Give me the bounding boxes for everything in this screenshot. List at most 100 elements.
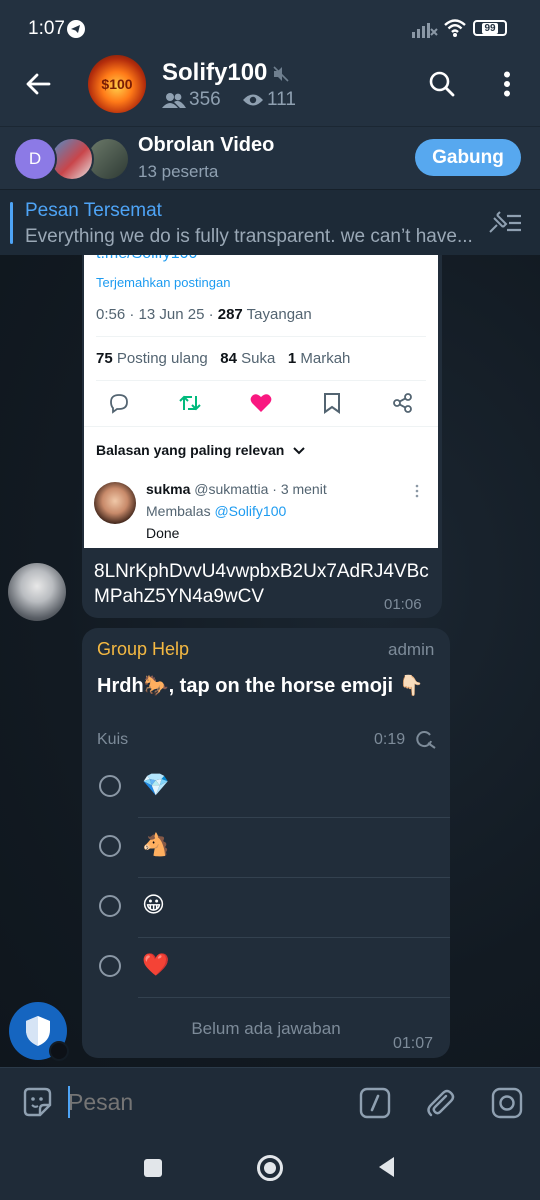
chat-header: $100 Solify100 356 111: [0, 55, 540, 126]
reply-to-line: Membalas @Solify100: [146, 503, 286, 519]
video-chat-title: Obrolan Video: [138, 134, 275, 156]
reply-name: sukma: [146, 481, 191, 497]
replies-sort-label: Balasan yang paling relevan: [96, 442, 305, 458]
option-emoji: 🐴: [142, 832, 170, 857]
channel-avatar-text: $100: [101, 76, 133, 92]
reply-handle: @sukmattia · 3 menit: [190, 481, 327, 497]
channel-avatar[interactable]: $100: [88, 55, 146, 113]
divider: [96, 336, 426, 337]
search-button[interactable]: [424, 66, 460, 102]
pin-list-icon: [489, 211, 521, 233]
shield-icon: [26, 1016, 50, 1046]
tweet-link: t.me/Solify100: [96, 255, 197, 263]
back-button[interactable]: [20, 66, 56, 102]
status-dot: [49, 1041, 69, 1061]
timer-icon: [414, 729, 436, 754]
chat-area[interactable]: t.me/Solify100 Terjemahkan postingan 0:5…: [0, 255, 540, 1067]
quiz-question: Hrdh🐎, tap on the horse emoji 👇🏻: [97, 675, 424, 697]
bookmarks-label: Markah: [296, 350, 351, 367]
bookmarks-count: 1: [287, 350, 297, 367]
reposts-label: Posting ulang: [112, 350, 208, 367]
muted-icon: [272, 66, 290, 87]
back-nav-button[interactable]: [376, 1155, 396, 1184]
message-time: 01:06: [384, 596, 422, 613]
camera-button[interactable]: [488, 1084, 526, 1122]
text-cursor: [68, 1086, 70, 1118]
option-emoji: ❤️: [142, 952, 170, 977]
home-button[interactable]: [257, 1155, 283, 1181]
pinned-label: Pesan Tersemat: [25, 200, 162, 221]
status-time: 1:07: [28, 18, 65, 39]
bot-commands-button[interactable]: [356, 1084, 394, 1122]
like-heart-icon: [250, 393, 272, 418]
tweet-screenshot[interactable]: t.me/Solify100 Terjemahkan postingan 0:5…: [84, 255, 438, 548]
sender-avatar[interactable]: [8, 563, 66, 621]
reposts-count: 75: [96, 350, 113, 367]
slash-command-icon: [359, 1087, 391, 1119]
reply-to-handle: @Solify100: [214, 503, 287, 519]
search-icon: [429, 71, 455, 97]
option-emoji: 💎: [142, 772, 170, 797]
members-icon: [162, 92, 186, 113]
online-count: 111: [267, 89, 296, 110]
system-nav-bar: [0, 1135, 540, 1200]
message-composer: [0, 1067, 540, 1136]
more-vert-icon: [504, 71, 510, 97]
quiz-option[interactable]: 🐴: [82, 818, 450, 878]
radio-button[interactable]: [99, 835, 121, 857]
chevron-down-icon: [293, 447, 305, 455]
pinned-text: Everything we do is fully transparent. w…: [25, 226, 473, 247]
likes-label: Suka: [236, 350, 276, 367]
sender-name[interactable]: Group Help: [97, 639, 189, 660]
quiz-type-label: Kuis: [97, 731, 129, 748]
wifi-icon: [443, 18, 467, 43]
back-triangle-icon: [379, 1157, 394, 1177]
pinned-indicator: [10, 202, 13, 244]
option-emoji: 😀: [142, 892, 165, 917]
status-bar: 1:07 99: [0, 0, 540, 56]
members-count: 356: [189, 89, 221, 110]
battery-level: 99: [482, 22, 498, 34]
telegram-status-icon: [66, 19, 86, 44]
sticker-icon: [23, 1087, 52, 1117]
tweet-views-count: 287: [217, 306, 243, 323]
more-menu-button[interactable]: [490, 66, 524, 102]
reply-icon: [108, 392, 130, 419]
channel-title[interactable]: Solify100: [162, 59, 267, 87]
views-icon: [242, 93, 264, 112]
pinned-list-button[interactable]: [486, 208, 524, 238]
participant-avatar: D: [13, 137, 57, 181]
reply-to-prefix: Membalas: [146, 503, 215, 519]
recents-button[interactable]: [144, 1159, 162, 1177]
divider: [96, 380, 426, 381]
camera-icon: [491, 1087, 523, 1119]
radio-button[interactable]: [99, 895, 121, 917]
divider: [84, 426, 438, 427]
battery-icon: 99: [473, 20, 507, 36]
quiz-option[interactable]: ❤️: [82, 938, 450, 998]
replies-sort-text: Balasan yang paling relevan: [96, 442, 285, 458]
reply-avatar: [94, 482, 136, 524]
quiz-option[interactable]: 💎: [82, 758, 450, 818]
reply-header: sukma @sukmattia · 3 menit: [146, 481, 327, 497]
share-icon: [392, 392, 414, 419]
tweet-views-label: Tayangan: [242, 306, 312, 323]
attach-button[interactable]: [420, 1084, 460, 1122]
pinned-message-bar[interactable]: Pesan Tersemat Everything we do is fully…: [0, 189, 540, 256]
tweet-stats: 75 Posting ulang 84 Suka 1 Markah: [96, 350, 350, 367]
tweet-timestamp: 0:56 · 13 Jun 25 ·: [96, 306, 218, 323]
join-button[interactable]: Gabung: [415, 139, 521, 176]
video-chat-subtitle: 13 peserta: [138, 162, 219, 181]
emoji-button[interactable]: [18, 1083, 56, 1121]
radio-button[interactable]: [99, 775, 121, 797]
radio-button[interactable]: [99, 955, 121, 977]
message-input[interactable]: [68, 1082, 338, 1122]
tweet-meta: 0:56 · 13 Jun 25 · 287 Tayangan: [96, 306, 312, 323]
quiz-option[interactable]: 😀: [82, 878, 450, 938]
video-chat-bar[interactable]: D Obrolan Video 13 peserta Gabung: [0, 126, 540, 189]
back-arrow-icon: [26, 73, 51, 95]
signal-icon: [412, 20, 438, 43]
reply-text: Done: [146, 525, 180, 541]
bookmark-icon: [323, 392, 341, 419]
divider: [138, 997, 450, 998]
